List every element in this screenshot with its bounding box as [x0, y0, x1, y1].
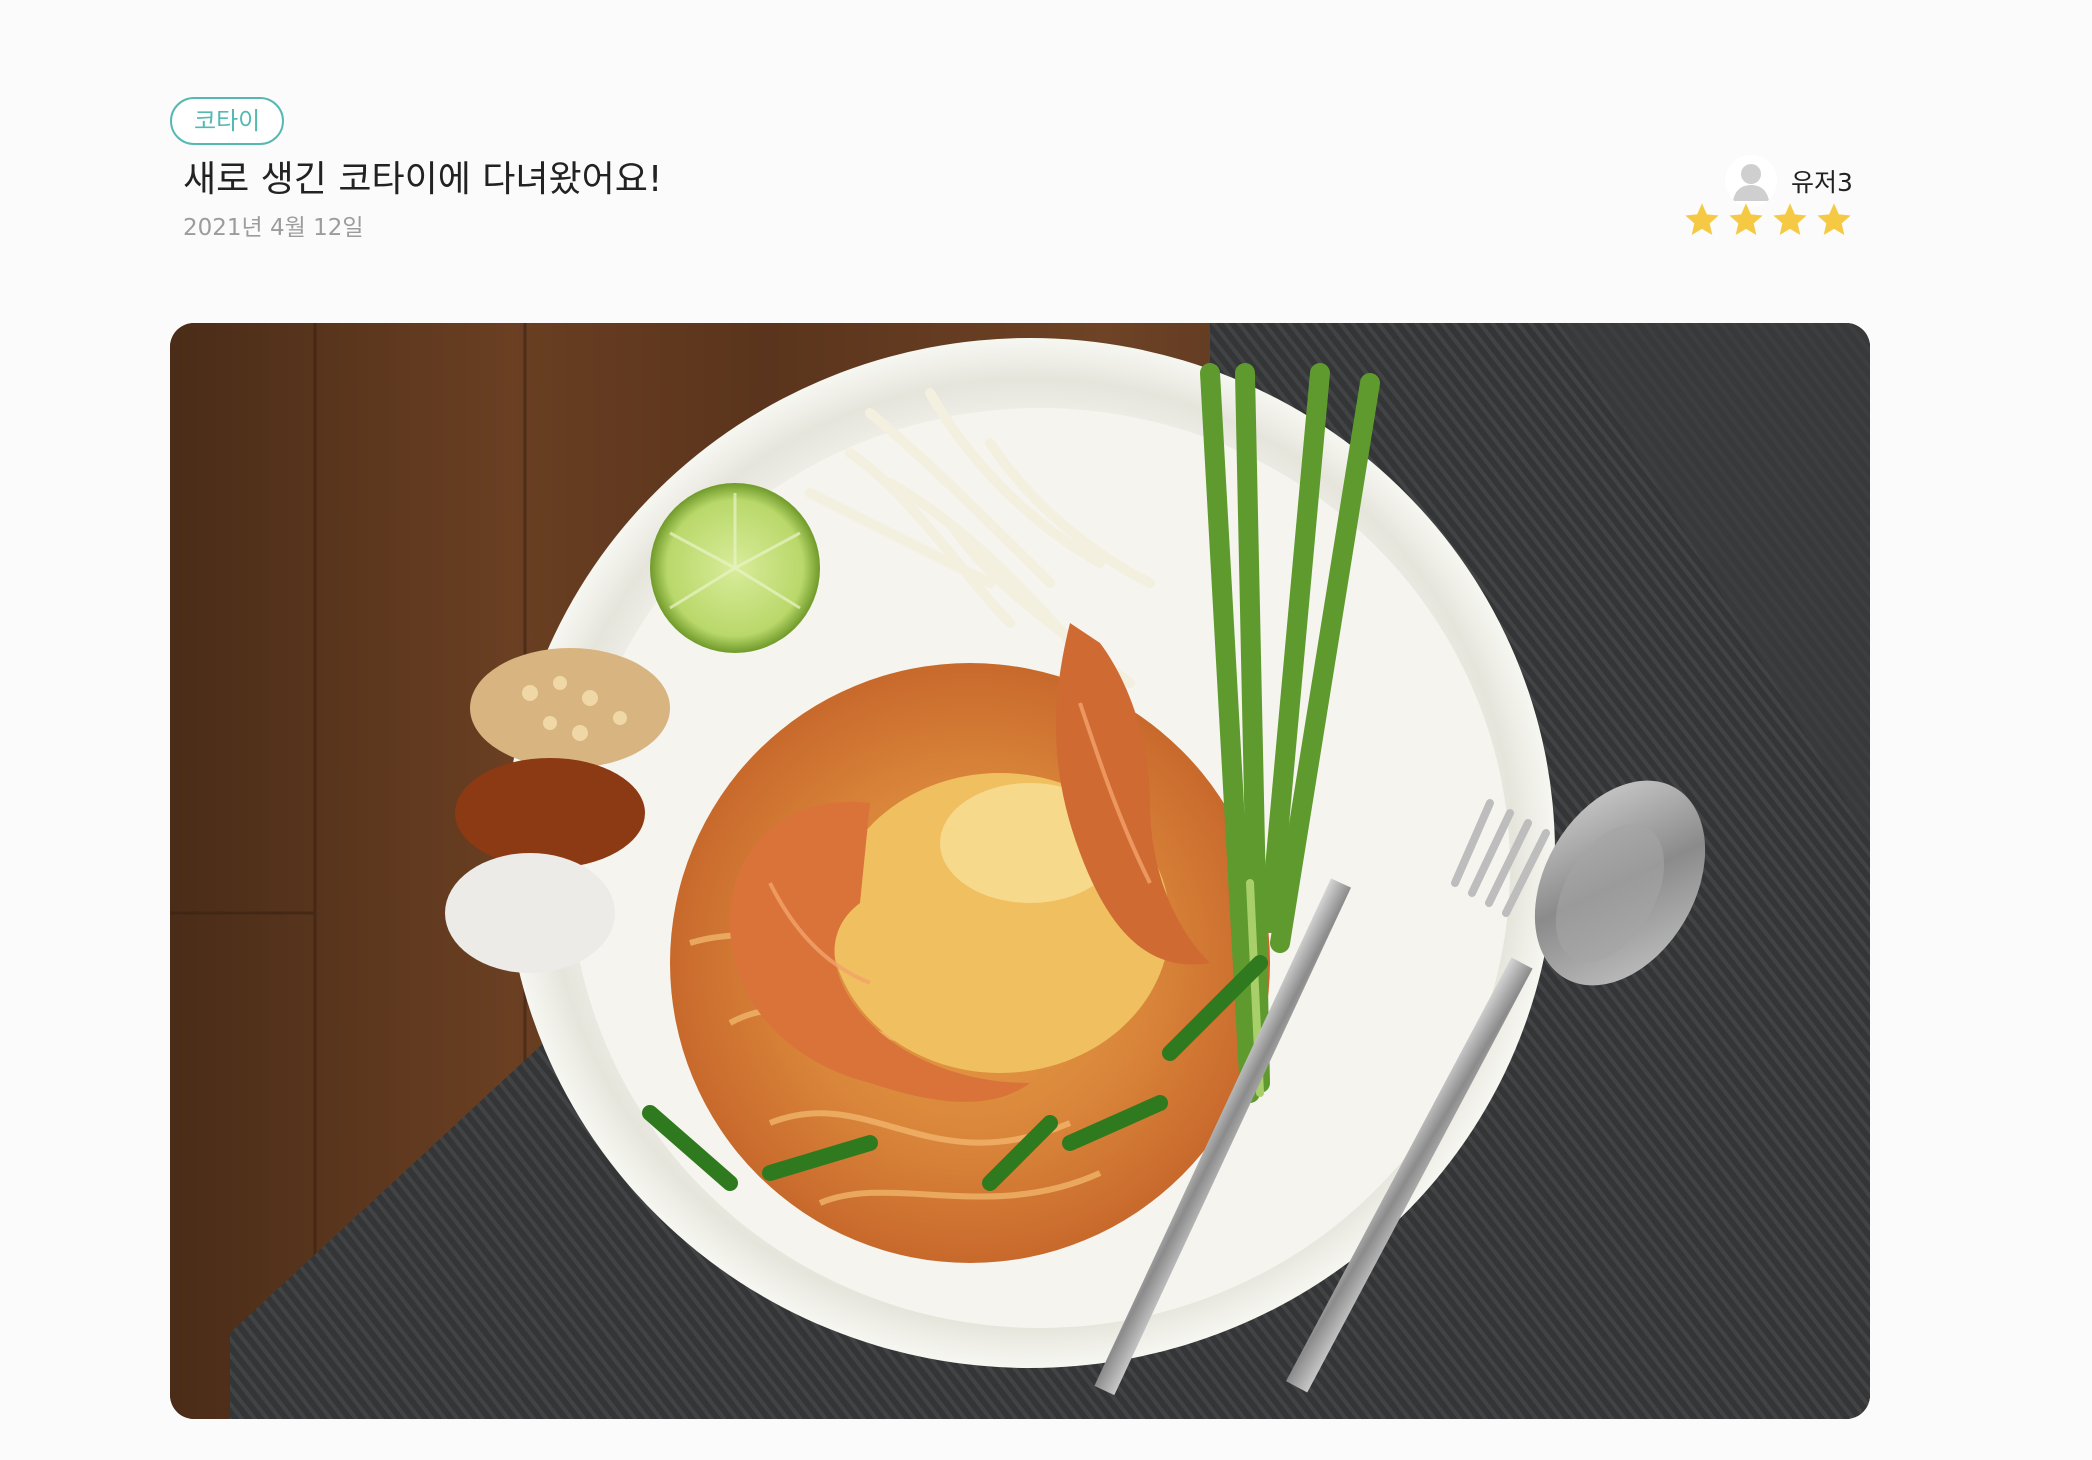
star-icon — [1729, 203, 1763, 235]
author-name: 유저3 — [1791, 168, 1853, 197]
star-icon — [1817, 203, 1851, 235]
star-icon — [1773, 203, 1807, 235]
post-title: 새로 생긴 코타이에 다녀왔어요! — [183, 159, 663, 200]
review-post: 코타이 새로 생긴 코타이에 다녀왔어요! 2021년 4월 12일 유저3 — [0, 0, 2092, 1460]
category-tag[interactable]: 코타이 — [170, 97, 285, 145]
star-icon — [1685, 203, 1719, 235]
star-rating — [1682, 200, 1854, 240]
pad-thai-photo — [170, 323, 1870, 1419]
pad-thai-illustration — [170, 323, 1870, 1419]
post-date: 2021년 4월 12일 — [183, 215, 364, 241]
